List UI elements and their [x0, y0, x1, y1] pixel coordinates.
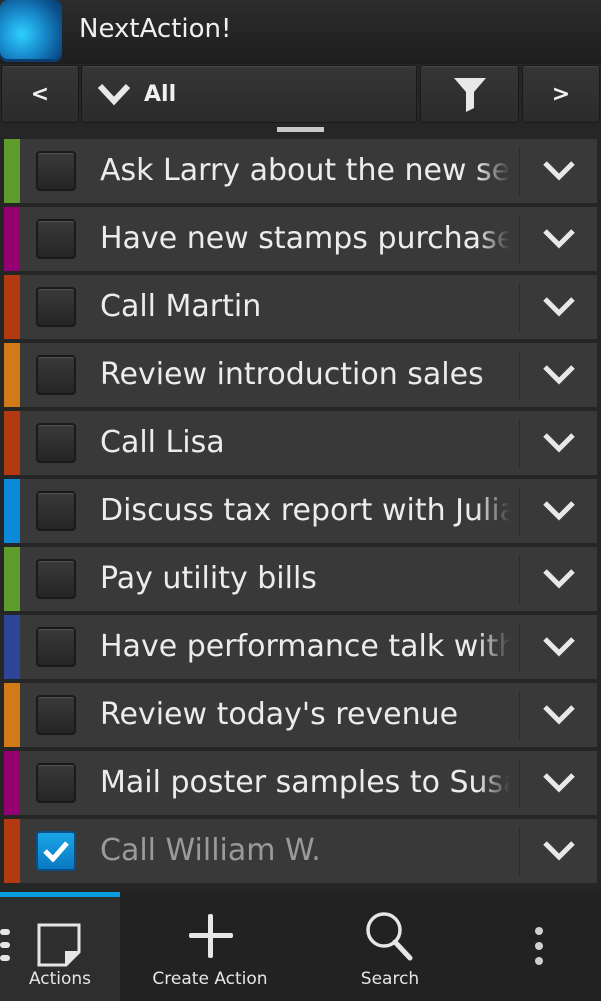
tab-actions[interactable]: Actions [0, 892, 120, 1001]
action-checkbox[interactable] [36, 151, 76, 191]
action-row[interactable]: Discuss tax report with Julia [4, 479, 597, 543]
action-row[interactable]: Mail poster samples to Susan [4, 751, 597, 815]
category-color-bar [4, 411, 20, 475]
action-title: Mail poster samples to Susan [100, 765, 510, 800]
action-checkbox[interactable] [36, 763, 76, 803]
expand-chevron-icon[interactable] [539, 429, 579, 457]
expand-chevron-icon[interactable] [539, 565, 579, 593]
toolbar: < All > [0, 64, 601, 124]
filter-selected-label: All [144, 81, 177, 107]
divider [519, 691, 520, 739]
bottom-action-bar: Actions Create Action Search [0, 892, 601, 1001]
create-action-label: Create Action [152, 969, 268, 989]
action-row[interactable]: Have performance talk with [4, 615, 597, 679]
tab-actions-label: Actions [28, 969, 92, 989]
expand-chevron-icon[interactable] [539, 701, 579, 729]
action-title: Call Lisa [100, 425, 225, 460]
filter-button[interactable] [420, 65, 519, 123]
action-row[interactable]: Call Martin [4, 275, 597, 339]
search-button[interactable]: Search [330, 892, 450, 1001]
expand-chevron-icon[interactable] [539, 157, 579, 185]
next-button[interactable]: > [522, 65, 600, 123]
search-label: Search [360, 969, 420, 989]
divider [519, 283, 520, 331]
expand-chevron-icon[interactable] [539, 497, 579, 525]
expand-chevron-icon[interactable] [539, 225, 579, 253]
action-title: Call William W. [100, 833, 321, 868]
divider [519, 487, 520, 535]
category-color-bar [4, 751, 20, 815]
divider [519, 555, 520, 603]
action-title: Pay utility bills [100, 561, 317, 596]
category-color-bar [4, 683, 20, 747]
action-checkbox[interactable] [36, 219, 76, 259]
search-icon [366, 912, 413, 961]
funnel-icon [453, 78, 486, 112]
divider [519, 419, 520, 467]
more-vertical-icon [535, 927, 543, 965]
action-list: Ask Larry about the new services Have new… [4, 139, 597, 887]
previous-button[interactable]: < [1, 65, 79, 123]
action-row[interactable]: Pay utility bills [4, 547, 597, 611]
title-bar: NextAction! [0, 0, 601, 64]
divider [519, 623, 520, 671]
note-icon [37, 923, 81, 967]
action-row[interactable]: Ask Larry about the new services [4, 139, 597, 203]
action-checkbox[interactable] [36, 559, 76, 599]
action-checkbox[interactable] [36, 287, 76, 327]
category-color-bar [4, 819, 20, 883]
previous-label: < [30, 81, 50, 107]
action-row[interactable]: Have new stamps purchased [4, 207, 597, 271]
action-title: Discuss tax report with Julia [100, 493, 510, 528]
divider [519, 215, 520, 263]
expand-chevron-icon[interactable] [539, 293, 579, 321]
overflow-menu-button[interactable] [520, 892, 560, 1001]
action-title: Review introduction sales [100, 357, 484, 392]
action-row[interactable]: Review introduction sales [4, 343, 597, 407]
expand-chevron-icon[interactable] [539, 633, 579, 661]
checkmark-icon [43, 841, 69, 862]
category-color-bar [4, 275, 20, 339]
action-title: Review today's revenue [100, 697, 459, 732]
category-color-bar [4, 207, 20, 271]
divider [519, 351, 520, 399]
action-row[interactable]: Review today's revenue [4, 683, 597, 747]
category-color-bar [4, 547, 20, 611]
action-title: Have new stamps purchased [100, 221, 510, 256]
category-color-bar [4, 139, 20, 203]
category-color-bar [4, 615, 20, 679]
menu-handle-icon [0, 929, 10, 961]
divider [519, 827, 520, 875]
action-checkbox[interactable] [36, 695, 76, 735]
divider [519, 759, 520, 807]
create-action-button[interactable]: Create Action [150, 892, 270, 1001]
next-label: > [551, 81, 571, 107]
filter-dropdown[interactable]: All [81, 65, 417, 123]
app-title: NextAction! [79, 14, 232, 44]
expand-chevron-icon[interactable] [539, 837, 579, 865]
category-color-bar [4, 343, 20, 407]
divider [519, 147, 520, 195]
action-row[interactable]: Call William W. [4, 819, 597, 883]
category-color-bar [4, 479, 20, 543]
action-checkbox[interactable] [36, 627, 76, 667]
expand-chevron-icon[interactable] [539, 361, 579, 389]
action-checkbox[interactable] [36, 423, 76, 463]
action-checkbox[interactable] [36, 491, 76, 531]
chevron-down-icon [97, 83, 131, 106]
plus-icon [189, 914, 233, 958]
action-title: Call Martin [100, 289, 262, 324]
action-checkbox[interactable] [36, 355, 76, 395]
app-logo-icon [0, 0, 62, 62]
action-checkbox[interactable] [36, 831, 76, 871]
action-title: Ask Larry about the new services [100, 153, 510, 188]
expand-chevron-icon[interactable] [539, 769, 579, 797]
action-title: Have performance talk with [100, 629, 510, 664]
action-row[interactable]: Call Lisa [4, 411, 597, 475]
drag-handle[interactable] [277, 127, 324, 132]
